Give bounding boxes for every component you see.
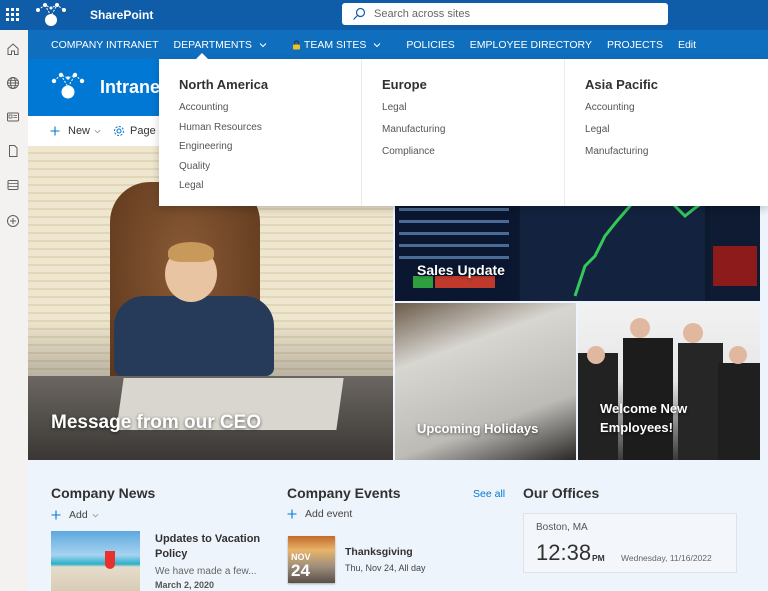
menu-link[interactable]: Accounting — [585, 102, 748, 113]
company-events-title: Company Events — [287, 485, 401, 501]
home-icon[interactable] — [6, 42, 20, 56]
news-item-title[interactable]: Updates to Vacation Policy — [155, 532, 265, 562]
organization-logo-icon[interactable] — [34, 2, 68, 28]
search-icon — [353, 7, 366, 20]
office-ampm: PM — [592, 553, 605, 563]
nav-label: PROJECTS — [606, 38, 663, 51]
gear-icon — [114, 126, 125, 136]
hero-tile-holidays[interactable]: Upcoming Holidays — [395, 303, 576, 460]
menu-column-north-america: North America Accounting Human Resources… — [159, 59, 363, 206]
office-clock-card: Boston, MA 12:38 PM Wednesday, 11/16/202… — [523, 513, 737, 573]
menu-heading[interactable]: Asia Pacific — [585, 77, 748, 92]
chevron-down-icon — [94, 129, 101, 133]
menu-heading[interactable]: Europe — [382, 77, 544, 92]
new-button[interactable]: New — [50, 125, 101, 137]
event-day: 24 — [291, 561, 310, 580]
chevron-down-icon — [92, 513, 99, 517]
app-name[interactable]: SharePoint — [90, 8, 153, 22]
hub-navigation: COMPANY INTRANET DEPARTMENTS TEAM SITES … — [28, 30, 768, 59]
add-event-button[interactable]: Add event — [287, 508, 352, 520]
left-app-bar — [0, 30, 28, 591]
menu-link[interactable]: Quality — [179, 161, 341, 172]
hero-tile-welcome[interactable]: Welcome New Employees! — [578, 303, 760, 460]
globe-icon[interactable] — [6, 76, 20, 90]
add-label: Add — [69, 509, 88, 521]
list-icon[interactable] — [6, 178, 20, 192]
nav-employee-directory[interactable]: EMPLOYEE DIRECTORY — [470, 39, 592, 51]
hero-tile-title-line: Welcome New — [600, 401, 688, 416]
our-offices-title: Our Offices — [523, 485, 600, 501]
hero-image — [168, 242, 214, 262]
nav-label: TEAM SITES — [303, 38, 367, 51]
search-box[interactable] — [342, 3, 668, 25]
chevron-down-icon — [259, 42, 267, 47]
nav-departments[interactable]: DEPARTMENTS — [174, 39, 267, 51]
hero-image — [114, 296, 274, 376]
news-icon[interactable] — [6, 110, 20, 124]
news-thumbnail-image — [105, 551, 115, 569]
departments-mega-menu: North America Accounting Human Resources… — [159, 53, 768, 206]
company-news-title: Company News — [51, 485, 156, 501]
hero-tile-title-line: Employees! — [600, 420, 673, 435]
event-title[interactable]: Thanksgiving — [345, 546, 413, 558]
plus-icon — [51, 510, 61, 520]
nav-label: EMPLOYEE DIRECTORY — [469, 38, 592, 51]
office-city: Boston, MA — [536, 522, 588, 533]
nav-label: DEPARTMENTS — [173, 38, 252, 51]
hero-tile-title: Sales Update — [417, 262, 505, 278]
site-logo-icon[interactable] — [50, 71, 86, 101]
create-icon[interactable] — [6, 214, 20, 228]
menu-link[interactable]: Engineering — [179, 141, 341, 152]
nav-policies[interactable]: POLICIES — [406, 39, 454, 51]
add-event-label: Add event — [305, 508, 353, 520]
app-launcher-icon[interactable] — [6, 8, 19, 21]
search-input[interactable] — [374, 8, 654, 20]
document-icon[interactable] — [6, 144, 20, 158]
add-news-button[interactable]: Add — [51, 509, 99, 521]
suite-bar: SharePoint — [0, 0, 768, 30]
menu-link[interactable]: Accounting — [179, 102, 341, 113]
nav-edit[interactable]: Edit — [678, 39, 696, 51]
nav-label: POLICIES — [406, 38, 455, 51]
plus-icon — [287, 509, 297, 519]
hero-tile-title: Upcoming Holidays — [417, 421, 539, 436]
site-title[interactable]: Intranet — [100, 77, 166, 98]
office-time: 12:38 — [536, 540, 592, 565]
office-date: Wednesday, 11/16/2022 — [621, 553, 712, 563]
menu-caret — [196, 53, 208, 59]
menu-link[interactable]: Legal — [382, 102, 544, 113]
menu-link[interactable]: Manufacturing — [382, 124, 544, 135]
menu-heading[interactable]: North America — [179, 77, 341, 92]
news-item-date: March 2, 2020 — [155, 580, 215, 590]
menu-column-asia-pacific: Asia Pacific Accounting Legal Manufactur… — [565, 59, 768, 206]
page-details-button[interactable]: Page d — [113, 125, 165, 137]
menu-link[interactable]: Manufacturing — [585, 146, 748, 157]
menu-link[interactable]: Legal — [179, 180, 341, 191]
nav-label: COMPANY INTRANET — [51, 38, 159, 51]
menu-column-europe: Europe Legal Manufacturing Compliance — [362, 59, 566, 206]
lock-icon — [292, 40, 300, 49]
chevron-down-icon — [374, 42, 381, 47]
nav-label: Edit — [677, 38, 697, 51]
hero-tile-title: Welcome New Employees! — [600, 399, 687, 437]
news-item-description: We have made a few... — [155, 566, 257, 577]
nav-company-intranet[interactable]: COMPANY INTRANET — [51, 39, 159, 51]
menu-link[interactable]: Legal — [585, 124, 748, 135]
nav-projects[interactable]: PROJECTS — [607, 39, 663, 51]
event-thumbnail[interactable]: NOV 24 — [288, 536, 335, 583]
hero-tile-title: Message from our CEO — [51, 412, 262, 433]
event-when: Thu, Nov 24, All day — [345, 563, 426, 573]
menu-link[interactable]: Compliance — [382, 146, 544, 157]
plus-icon — [50, 126, 60, 136]
new-label: New — [68, 125, 91, 137]
nav-team-sites[interactable]: TEAM SITES — [292, 39, 381, 51]
menu-link[interactable]: Human Resources — [179, 122, 341, 133]
see-all-link[interactable]: See all — [473, 488, 505, 500]
news-thumbnail[interactable] — [51, 531, 140, 591]
